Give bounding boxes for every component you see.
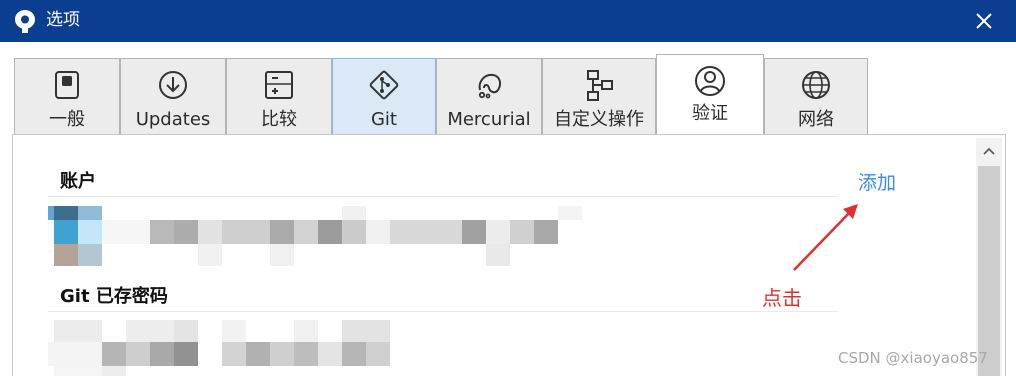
annotation-arrow-icon (793, 204, 858, 271)
annotation-label: 点击 (762, 286, 802, 310)
download-circle-icon (159, 71, 187, 99)
flowchart-icon (587, 70, 613, 101)
add-account-link[interactable]: 添加 (858, 171, 896, 195)
tab-general[interactable]: 一般 (14, 58, 120, 134)
tab-custom-actions[interactable]: 自定义操作 (542, 58, 656, 134)
scroll-up-button[interactable] (976, 138, 1002, 164)
mercurial-icon (478, 73, 502, 99)
tab-git[interactable]: Git (332, 58, 436, 134)
sourcetree-logo-icon (15, 10, 35, 33)
switch-icon (55, 71, 79, 99)
tab-label: Mercurial (447, 109, 531, 130)
tab-label: Updates (135, 109, 211, 130)
tab-label: Git (370, 109, 397, 130)
chevron-up-icon (983, 147, 995, 155)
tab-label: 一般 (49, 109, 85, 130)
title-bar: 选项 (0, 0, 1016, 42)
tab-mercurial[interactable]: Mercurial (436, 58, 542, 134)
tab-authentication[interactable]: 验证 (656, 54, 764, 134)
window-title: 选项 (46, 10, 80, 30)
tab-compare[interactable]: 比较 (226, 58, 332, 134)
accounts-divider (48, 196, 838, 197)
tab-updates[interactable]: Updates (120, 58, 226, 134)
close-button[interactable] (964, 0, 1004, 42)
tab-label: 自定义操作 (554, 109, 644, 130)
close-icon (976, 13, 992, 29)
plus-minus-icon (265, 71, 293, 99)
globe-icon (802, 71, 830, 99)
tab-label: 比较 (261, 109, 297, 130)
vertical-scrollbar[interactable] (976, 138, 1002, 376)
git-passwords-header: Git 已存密码 (60, 286, 168, 307)
watermark: CSDN @xiaoyao857 (838, 349, 988, 367)
user-circle-icon (695, 66, 725, 96)
git-branch-icon (369, 70, 399, 100)
tab-label: 网络 (798, 109, 834, 130)
accounts-header: 账户 (60, 171, 96, 192)
tab-label: 验证 (692, 103, 728, 124)
git-passwords-divider (48, 311, 838, 312)
scroll-thumb[interactable] (978, 166, 1000, 376)
tab-network[interactable]: 网络 (764, 58, 868, 134)
